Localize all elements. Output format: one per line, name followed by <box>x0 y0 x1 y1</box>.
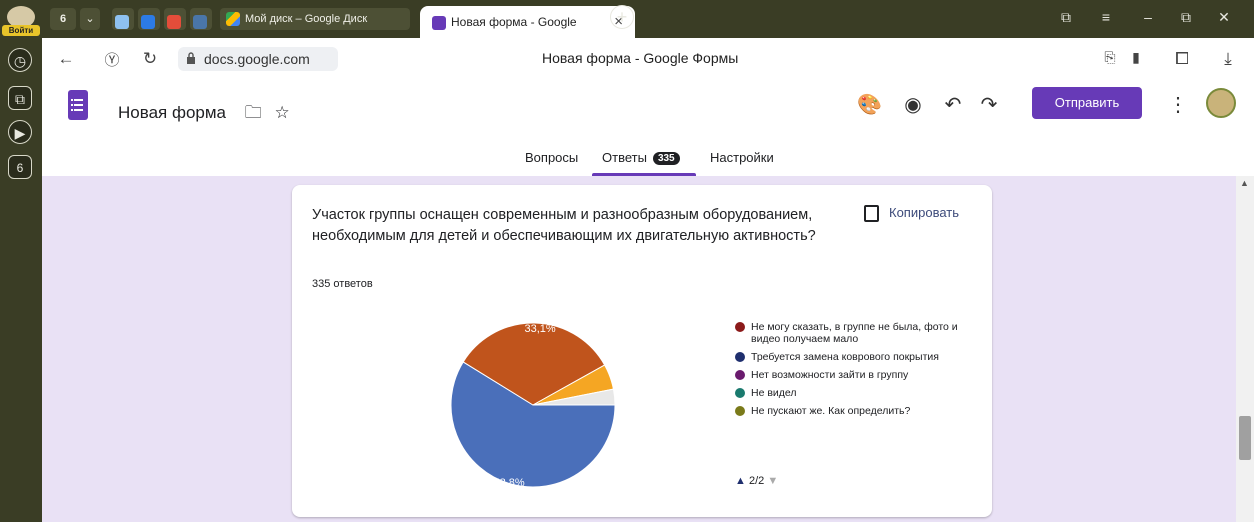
google-icon <box>167 15 181 30</box>
minimize-icon[interactable]: – <box>1138 9 1158 25</box>
pinned-tab-4[interactable] <box>190 8 212 30</box>
restore-icon[interactable]: ⧉ <box>1176 9 1196 26</box>
google-drive-icon <box>226 12 240 27</box>
legend-swatch <box>735 406 745 416</box>
palette-icon[interactable]: 🎨 <box>857 92 882 117</box>
pinned-tab-2[interactable] <box>138 8 160 30</box>
bookmark-icon[interactable]: ▮ <box>1126 49 1146 66</box>
close-window-icon[interactable]: ✕ <box>1214 9 1234 26</box>
forms-header: Новая форма 🗀 ☆ 🎨 ◉ ↶ ↷ Отправить ⋮ Вопр… <box>42 80 1254 177</box>
folder-icon[interactable]: 🗀 <box>245 103 262 122</box>
reload-icon[interactable]: ↻ <box>140 49 160 69</box>
pinned-tab-1[interactable] <box>112 8 134 30</box>
slice-data-label: 58,8% <box>494 477 525 489</box>
tab-icon[interactable]: ⧉ <box>1056 9 1076 26</box>
tab-strip: 6 ⌄ Мой диск – Google Диск Новая форма -… <box>42 0 1254 38</box>
legend-swatch <box>735 352 745 362</box>
form-name[interactable]: Новая форма 🗀 ☆ <box>118 100 290 129</box>
tab-responses-label: Ответы <box>602 150 647 165</box>
more-options-icon[interactable]: ⋮ <box>1166 92 1190 117</box>
tab-questions[interactable]: Вопросы <box>525 150 578 165</box>
pinned-tab-3[interactable] <box>164 8 186 30</box>
google-forms-logo[interactable] <box>68 90 88 120</box>
play-icon[interactable]: ▶ <box>8 120 32 144</box>
send-button[interactable]: Отправить <box>1032 87 1142 119</box>
legend-item[interactable]: Требуется замена коврового покрытия <box>735 351 975 363</box>
sidebar-badge[interactable]: 6 <box>8 155 32 179</box>
tab-count-badge[interactable]: 6 <box>50 8 76 30</box>
legend-label: Не видел <box>751 387 797 399</box>
tab-title: Новая форма - Google <box>451 15 577 29</box>
collections-icon[interactable]: ⧉ <box>8 86 32 110</box>
legend-pager[interactable]: ▲ 2/2 ▼ <box>735 475 778 487</box>
lock-icon <box>187 52 195 64</box>
google-forms-icon <box>432 15 446 30</box>
legend-label: Требуется замена коврового покрытия <box>751 351 939 363</box>
form-title[interactable]: Новая форма <box>118 103 226 122</box>
address-bar: ← Ⓨ ↻ docs.google.com Новая форма - Goog… <box>42 38 1254 81</box>
chart-legend: Не могу сказать, в группе не была, фото … <box>735 321 975 423</box>
scrollbar[interactable]: ▲ <box>1236 176 1254 522</box>
star-icon[interactable]: ☆ <box>274 103 289 122</box>
tab-title: Мой диск – Google Диск <box>245 13 368 25</box>
legend-label: Не могу сказать, в группе не была, фото … <box>751 321 958 345</box>
undo-icon[interactable]: ↶ <box>941 92 965 117</box>
url-text: docs.google.com <box>204 51 310 67</box>
app-icon <box>115 15 129 30</box>
pager-text: 2/2 <box>748 475 765 487</box>
back-icon[interactable]: ← <box>56 49 76 69</box>
legend-item[interactable]: Не могу сказать, в группе не была, фото … <box>735 321 975 345</box>
legend-item[interactable]: Не видел <box>735 387 975 399</box>
legend-label: Нет возможности зайти в группу <box>751 369 909 381</box>
avatar[interactable] <box>1206 88 1236 118</box>
url-field[interactable]: docs.google.com <box>178 47 338 71</box>
legend-label: Не пускают же. Как определить? <box>751 405 911 417</box>
menu-icon[interactable]: ≡ <box>1096 9 1116 25</box>
pager-down-icon[interactable]: ▼ <box>767 475 778 487</box>
redo-icon[interactable]: ↷ <box>977 92 1001 117</box>
new-tab-button[interactable]: + <box>610 5 634 29</box>
page-title: Новая форма - Google Формы <box>542 50 739 66</box>
mail-icon <box>141 15 155 30</box>
reader-icon[interactable]: ⎘ <box>1100 49 1120 66</box>
scroll-up-icon[interactable]: ▲ <box>1240 178 1249 188</box>
yandex-icon[interactable]: Ⓨ <box>102 49 122 70</box>
legend-item[interactable]: Нет возможности зайти в группу <box>735 369 975 381</box>
browser-sidebar: Войти ◷ ⧉ ▶ 6 <box>0 0 42 522</box>
pager-up-icon[interactable]: ▲ <box>735 475 746 487</box>
tabs-menu-icon[interactable]: ⌄ <box>80 8 100 30</box>
vk-icon <box>193 15 207 30</box>
history-icon[interactable]: ◷ <box>8 48 32 72</box>
tab-settings[interactable]: Настройки <box>710 150 774 165</box>
slice-data-label: 33,1% <box>525 323 556 335</box>
download-icon[interactable]: ⤓ <box>1218 49 1238 69</box>
legend-swatch <box>735 388 745 398</box>
response-summary-card: Участок группы оснащен современным и раз… <box>292 185 992 517</box>
scrollbar-thumb[interactable] <box>1239 416 1251 460</box>
tab-google-forms[interactable]: Новая форма - Google × <box>420 6 635 38</box>
legend-item[interactable]: Не пускают же. Как определить? <box>735 405 975 417</box>
tab-google-drive[interactable]: Мой диск – Google Диск <box>220 8 410 30</box>
legend-swatch <box>735 370 745 380</box>
extensions-icon[interactable]: ⧠ <box>1172 49 1192 69</box>
preview-icon[interactable]: ◉ <box>901 92 925 117</box>
legend-swatch <box>735 322 745 332</box>
login-label[interactable]: Войти <box>2 25 40 36</box>
tab-responses[interactable]: Ответы 335 <box>602 150 680 166</box>
responses-count-badge: 335 <box>652 152 680 166</box>
